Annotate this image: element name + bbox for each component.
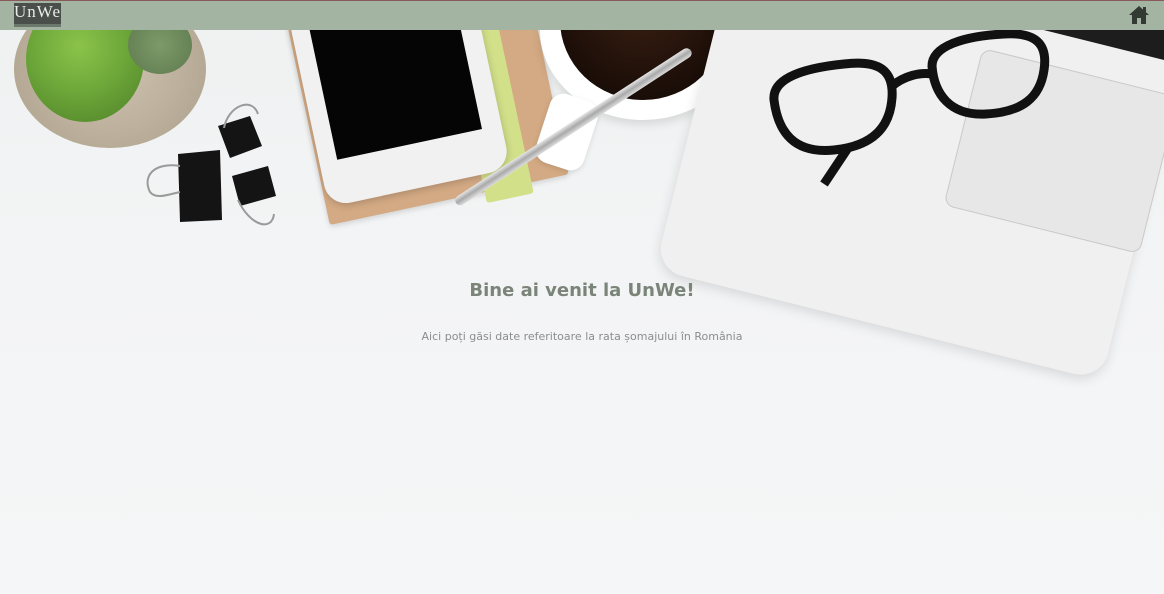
- page: UnWe Bine ai venit la UnWe! Aici poți gă…: [0, 0, 1164, 594]
- home-button[interactable]: [1128, 4, 1150, 26]
- welcome-section: Bine ai venit la UnWe! Aici poți găsi da…: [0, 279, 1164, 344]
- logo-underline: [14, 24, 61, 27]
- logo[interactable]: UnWe: [14, 3, 61, 25]
- top-navbar: UnWe: [0, 0, 1164, 30]
- welcome-subtitle: Aici poți găsi date referitoare la rata …: [421, 330, 743, 343]
- logo-text: UnWe: [14, 3, 61, 21]
- welcome-title: Bine ai venit la UnWe!: [469, 280, 695, 301]
- glasses-image: [769, 29, 1050, 187]
- binder-clips-image: [146, 103, 276, 226]
- home-icon: [1129, 6, 1149, 24]
